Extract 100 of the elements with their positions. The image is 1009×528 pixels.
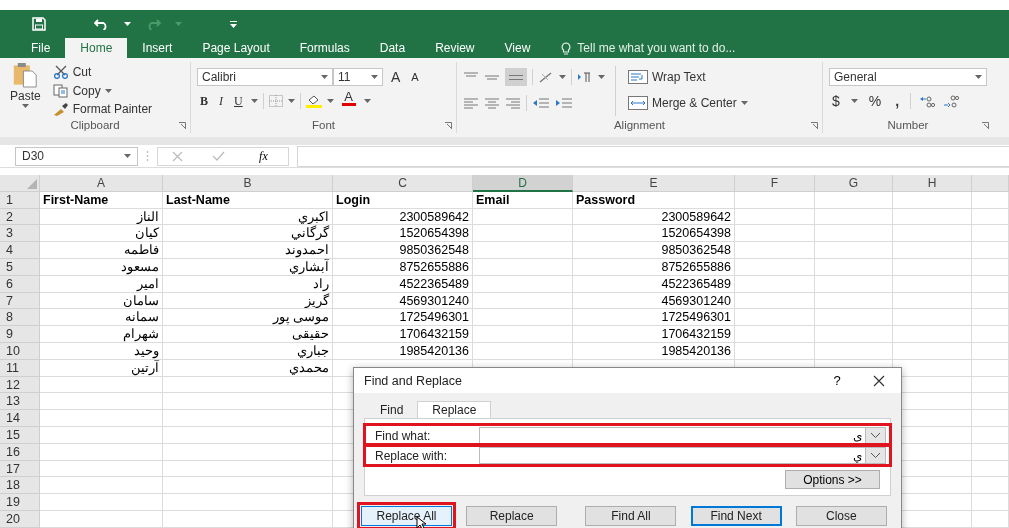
options-button[interactable]: Options >> — [785, 470, 880, 489]
bottom-align-button[interactable] — [505, 68, 527, 86]
table-cell[interactable] — [163, 510, 333, 528]
shrink-font-button[interactable]: A — [408, 67, 422, 87]
table-cell[interactable] — [40, 443, 163, 461]
select-all-corner[interactable] — [0, 175, 40, 192]
table-cell[interactable]: 2300589642 — [573, 208, 735, 226]
checkmark-icon[interactable] — [211, 151, 225, 161]
table-cell[interactable] — [163, 494, 333, 511]
row-header[interactable]: 4 — [0, 242, 40, 259]
table-cell[interactable]: کیان — [40, 225, 163, 243]
table-cell[interactable]: 9850362548 — [333, 242, 473, 259]
ribbon-tab[interactable]: Home — [65, 38, 128, 58]
ribbon-tab[interactable]: Review — [420, 38, 490, 58]
table-cell[interactable] — [972, 242, 1009, 259]
ribbon-tab[interactable]: File — [16, 38, 66, 58]
italic-button[interactable]: I — [216, 91, 226, 111]
table-cell[interactable] — [815, 275, 893, 293]
dialog-button[interactable]: Close — [795, 506, 887, 526]
dialog-launcher-icon[interactable] — [982, 122, 989, 129]
dropdown-button[interactable] — [865, 447, 886, 464]
table-cell[interactable] — [473, 259, 573, 276]
table-cell[interactable] — [815, 208, 893, 226]
save-icon[interactable] — [32, 17, 46, 31]
customize-toolbar-icon[interactable] — [230, 20, 237, 28]
table-cell[interactable] — [815, 242, 893, 259]
bold-button[interactable]: B — [197, 91, 211, 111]
table-cell[interactable] — [972, 376, 1009, 394]
table-cell[interactable]: 9850362548 — [573, 242, 735, 259]
dialog-launcher-icon[interactable] — [179, 122, 186, 129]
wrap-text-button[interactable]: Wrap Text — [626, 66, 750, 88]
table-cell[interactable] — [893, 342, 972, 360]
row-header[interactable]: 3 — [0, 225, 40, 243]
dialog-button[interactable]: Find All — [585, 506, 677, 526]
table-cell[interactable]: 1706432159 — [333, 326, 473, 343]
table-cell[interactable]: Password — [573, 191, 735, 209]
table-cell[interactable] — [40, 376, 163, 394]
table-cell[interactable] — [815, 225, 893, 243]
table-cell[interactable]: 8752655886 — [333, 259, 473, 276]
table-cell[interactable]: فاطمه — [40, 242, 163, 259]
table-cell[interactable]: سمانه — [40, 309, 163, 327]
table-cell[interactable]: Last-Name — [163, 191, 333, 209]
paste-button[interactable]: Paste — [6, 62, 45, 116]
table-cell[interactable]: 2300589642 — [333, 208, 473, 226]
table-cell[interactable] — [893, 309, 972, 327]
cut-button[interactable]: Cut — [50, 64, 155, 80]
table-cell[interactable] — [735, 225, 815, 243]
dialog-button[interactable]: Replace All — [361, 506, 452, 526]
table-cell[interactable] — [972, 426, 1009, 444]
row-header[interactable]: 18 — [0, 477, 40, 495]
help-button[interactable]: ? — [817, 372, 857, 389]
table-cell[interactable] — [972, 208, 1009, 226]
column-header[interactable]: D — [473, 175, 573, 192]
dialog-launcher-icon[interactable] — [811, 122, 818, 129]
table-cell[interactable]: 1520654398 — [573, 225, 735, 243]
font-size-box[interactable]: 11 — [333, 68, 383, 86]
column-header[interactable]: H — [893, 175, 972, 192]
table-cell[interactable] — [735, 242, 815, 259]
table-cell[interactable] — [893, 225, 972, 243]
table-cell[interactable]: گرگاني — [163, 225, 333, 243]
table-cell[interactable] — [163, 460, 333, 478]
copy-button[interactable]: Copy — [50, 82, 155, 99]
number-format-box[interactable]: General — [829, 68, 987, 86]
table-cell[interactable]: موسی پور — [163, 309, 333, 327]
ribbon-tab[interactable]: Formulas — [284, 38, 365, 58]
text-field[interactable]: ي — [479, 447, 865, 464]
table-cell[interactable]: 8752655886 — [573, 259, 735, 276]
table-cell[interactable]: حقیقی — [163, 326, 333, 343]
table-cell[interactable]: راد — [163, 275, 333, 293]
merge-center-button[interactable]: Merge & Center — [626, 92, 750, 114]
table-cell[interactable] — [972, 510, 1009, 528]
font-name-box[interactable]: Calibri — [197, 68, 333, 86]
table-cell[interactable] — [972, 443, 1009, 461]
dialog-tab[interactable]: Replace — [417, 401, 492, 418]
table-cell[interactable] — [163, 426, 333, 444]
table-cell[interactable] — [163, 443, 333, 461]
column-header[interactable]: C — [333, 175, 473, 192]
table-cell[interactable]: محمدي — [163, 359, 333, 377]
table-cell[interactable]: First-Name — [40, 191, 163, 209]
ribbon-tab[interactable]: Data — [364, 38, 421, 58]
table-cell[interactable]: وحید — [40, 342, 163, 360]
table-cell[interactable] — [815, 259, 893, 276]
table-cell[interactable] — [163, 410, 333, 427]
table-cell[interactable] — [735, 309, 815, 327]
table-cell[interactable] — [972, 460, 1009, 478]
table-cell[interactable] — [815, 309, 893, 327]
dialog-launcher-icon[interactable] — [445, 122, 452, 129]
table-cell[interactable] — [40, 426, 163, 444]
table-cell[interactable] — [40, 494, 163, 511]
table-cell[interactable] — [735, 275, 815, 293]
table-cell[interactable] — [972, 275, 1009, 293]
table-cell[interactable]: احمدوند — [163, 242, 333, 259]
tell-me-field[interactable]: Tell me what you want to do... — [577, 41, 838, 55]
table-cell[interactable] — [972, 359, 1009, 377]
table-cell[interactable]: 4569301240 — [573, 292, 735, 310]
table-cell[interactable] — [893, 275, 972, 293]
row-header[interactable]: 13 — [0, 393, 40, 411]
table-cell[interactable]: آبشاري — [163, 259, 333, 276]
table-cell[interactable]: سامان — [40, 292, 163, 310]
column-header[interactable]: A — [40, 175, 163, 192]
